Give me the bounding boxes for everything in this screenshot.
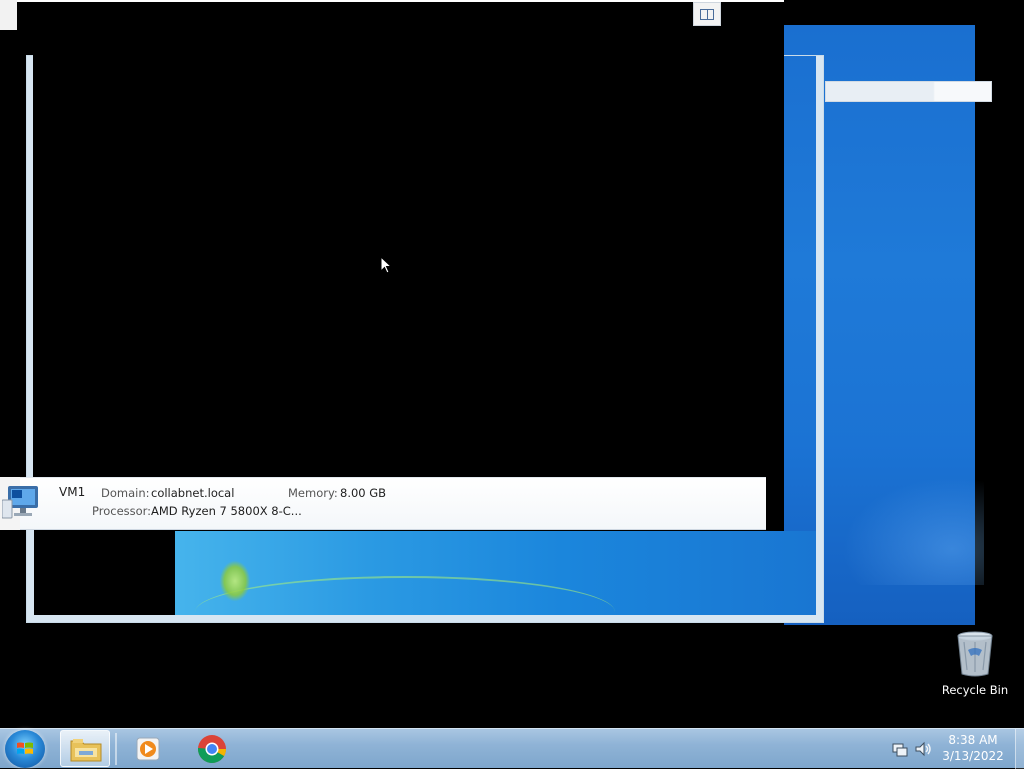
taskbar-media-player-button[interactable] [125,730,175,767]
system-clock[interactable]: 8:38 AM 3/13/2022 [940,732,1006,764]
volume-icon[interactable] [914,740,932,758]
chrome-icon [198,735,226,763]
mouse-cursor-icon [380,256,392,274]
taskbar-chrome-button[interactable] [188,730,238,767]
media-player-icon [136,737,160,761]
recycle-bin-icon [957,631,993,677]
processor-label: Processor: [92,504,152,518]
window-border-right [816,56,823,622]
window-title-fragment [825,81,992,102]
clock-date: 3/13/2022 [942,749,1004,763]
show-desktop-button[interactable] [1015,729,1024,769]
recycle-bin-shortcut[interactable]: Recycle Bin [940,630,1010,700]
vm-screen[interactable] [33,2,784,529]
window-border-bottom [27,615,823,622]
restore-icon [700,8,714,20]
network-icon[interactable] [891,740,909,758]
restore-panel-button[interactable] [693,2,721,26]
memory-label: Memory: [288,486,338,500]
domain-label: Domain: [101,486,150,500]
windows-logo-icon [17,742,33,754]
taskbar: 8:38 AM 3/13/2022 [0,728,1024,769]
taskbar-explorer-button[interactable] [60,730,110,767]
vm-details-pane: VM1 Domain: collabnet.local Memory: 8.00… [2,477,766,530]
window-top-edge [17,0,784,2]
window-tab-edge [0,0,17,30]
memory-value: 8.00 GB [340,486,387,500]
start-button[interactable] [5,730,45,768]
clock-time: 8:38 AM [948,733,998,747]
taskbar-separator [115,733,117,765]
processor-value: AMD Ryzen 7 5800X 8-C... [151,504,302,518]
recycle-bin-label: Recycle Bin [941,683,1009,697]
domain-value: collabnet.local [151,486,235,500]
folder-icon [70,739,102,762]
virtual-machine-icon [2,486,38,519]
vm-name: VM1 [59,485,86,499]
